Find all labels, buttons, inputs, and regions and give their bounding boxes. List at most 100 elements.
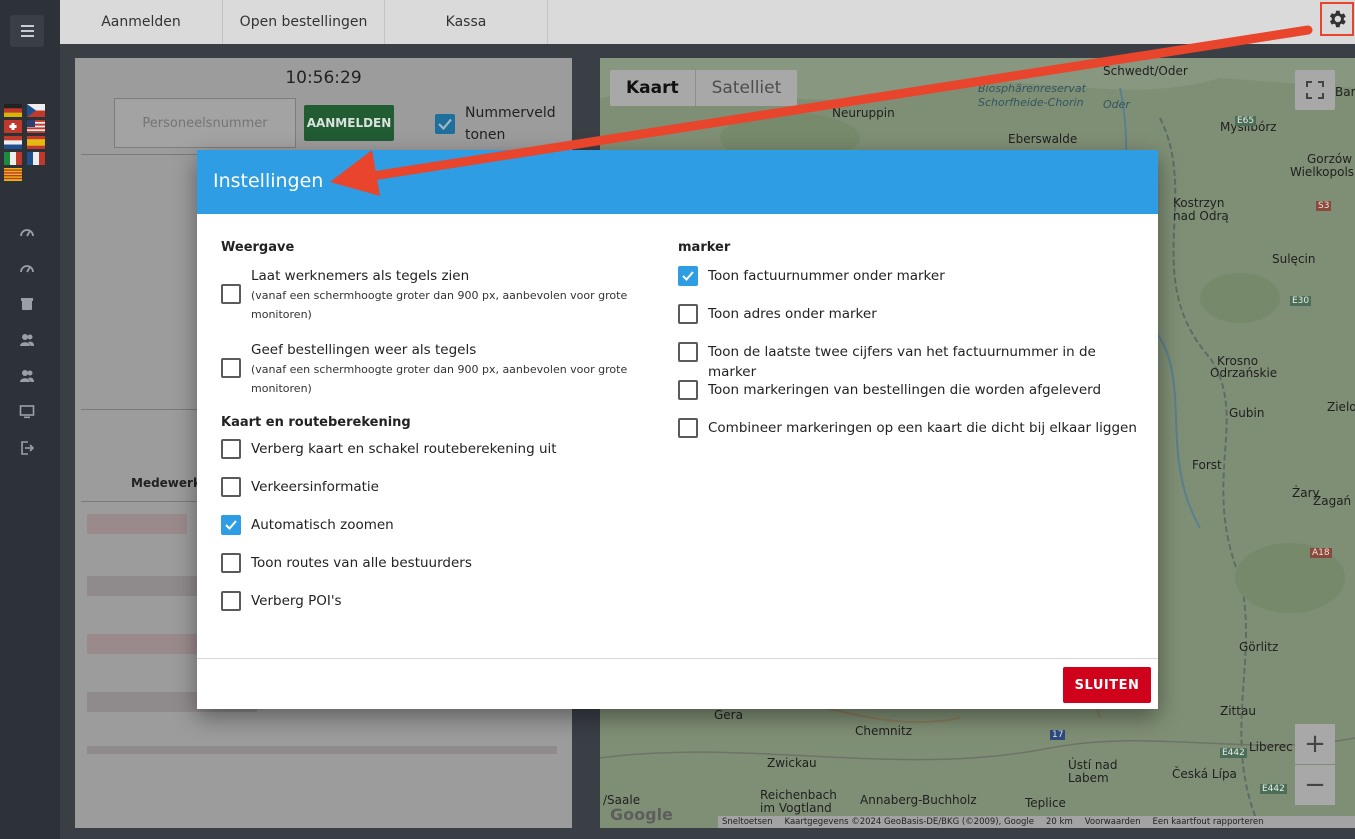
flag-cz-icon[interactable] <box>27 104 45 117</box>
hide-poi-checkbox[interactable] <box>221 591 241 611</box>
option-hide-map[interactable]: Verberg kaart en schakel routeberekening… <box>221 439 651 459</box>
monitor-icon[interactable] <box>17 402 37 422</box>
sidebar <box>0 0 60 839</box>
speedometer-icon[interactable] <box>17 258 37 278</box>
drivers-icon[interactable] <box>17 366 37 386</box>
dashboard-icon[interactable] <box>17 222 37 242</box>
option-label: Toon routes van alle bestuurders <box>251 555 472 571</box>
delivering-markers-checkbox[interactable] <box>678 380 698 400</box>
users-icon[interactable] <box>17 330 37 350</box>
terms-link[interactable]: Voorwaarden <box>1085 817 1141 827</box>
map-label: Oder <box>1103 98 1130 111</box>
map-label: Annaberg-Buchholz <box>860 793 977 807</box>
map-label: Bar <box>1335 85 1355 99</box>
map-label: Česká Lípa <box>1172 767 1237 781</box>
settings-gear-icon[interactable] <box>1320 2 1354 36</box>
road-shield: E30 <box>1290 296 1312 306</box>
tab-open-bestellingen[interactable]: Open bestellingen <box>223 0 385 44</box>
combine-markers-checkbox[interactable] <box>678 418 698 438</box>
map-label: Żagań <box>1313 494 1352 508</box>
menu-icon[interactable] <box>10 15 44 47</box>
map-label: Eberswalde <box>1008 132 1078 146</box>
settings-right-column: marker Toon factuurnummer onder marker T… <box>678 240 1138 438</box>
option-orders-tiles[interactable]: Geef bestellingen weer als tegels (vanaf… <box>221 340 651 398</box>
option-employees-tiles[interactable]: Laat werknemers als tegels zien (vanaf e… <box>221 266 651 324</box>
google-logo: Google <box>610 805 673 824</box>
flag-catalan-icon[interactable] <box>4 168 22 181</box>
invoice-under-marker-checkbox[interactable] <box>678 266 698 286</box>
flag-fr-icon[interactable] <box>27 152 45 165</box>
employees-tiles-checkbox[interactable] <box>221 284 241 304</box>
tab-kassa[interactable]: Kassa <box>385 0 548 44</box>
option-label: Verberg kaart en schakel routeberekening… <box>251 441 557 457</box>
flag-es-icon[interactable] <box>27 136 45 149</box>
keyboard-shortcuts-link[interactable]: Sneltoetsen <box>722 817 773 827</box>
option-label: Toon adres onder marker <box>708 306 877 322</box>
map-type-satellite[interactable]: Satelliet <box>694 70 798 106</box>
hide-map-checkbox[interactable] <box>221 439 241 459</box>
map-label: Teplice <box>1025 796 1066 810</box>
flag-us-icon[interactable] <box>27 120 45 133</box>
option-label: Automatisch zoomen <box>251 517 394 533</box>
option-delivering-markers[interactable]: Toon markeringen van bestellingen die wo… <box>678 380 1138 400</box>
map-attribution: Sneltoetsen Kaartgegevens ©2024 GeoBasis… <box>718 816 1355 828</box>
flag-it-icon[interactable] <box>4 152 22 165</box>
option-combine-markers[interactable]: Combineer markeringen op een kaart die d… <box>678 418 1138 438</box>
dialog-header: Instellingen <box>197 150 1158 214</box>
map-label: Zielo <box>1327 400 1355 414</box>
section-title-weergave: Weergave <box>221 240 295 255</box>
map-label: Gera <box>714 708 743 722</box>
last-two-digits-checkbox[interactable] <box>678 342 698 362</box>
dialog-footer-divider <box>197 658 1158 659</box>
basket-icon[interactable] <box>17 294 37 314</box>
logout-icon[interactable] <box>17 438 37 458</box>
map-label: Görlitz <box>1239 640 1279 654</box>
language-flags <box>4 104 50 184</box>
road-shield: 17 <box>1050 730 1066 740</box>
all-routes-checkbox[interactable] <box>221 553 241 573</box>
option-label: Verberg POI's <box>251 593 342 609</box>
road-shield: E65 <box>1235 116 1257 126</box>
option-label: Toon markeringen van bestellingen die wo… <box>708 382 1102 398</box>
map-label: Ústí nad <box>1068 758 1118 772</box>
map-label: Neuruppin <box>832 106 895 120</box>
map-label: Odrzańskie <box>1210 366 1278 380</box>
flag-de-icon[interactable] <box>4 104 22 117</box>
map-label: Wielkopolski <box>1290 165 1355 179</box>
close-button[interactable]: SLUITEN <box>1063 667 1151 703</box>
settings-left-column: Weergave Laat werknemers als tegels zien… <box>221 240 651 611</box>
option-address-under-marker[interactable]: Toon adres onder marker <box>678 304 1138 324</box>
map-label: Biosphärenreservat <box>978 82 1086 95</box>
map-type-toggle: Kaart Satelliet <box>610 70 798 106</box>
login-button[interactable]: AANMELDEN <box>304 105 394 141</box>
report-map-error-link[interactable]: Een kaartfout rapporteren <box>1153 817 1264 827</box>
auto-zoom-checkbox[interactable] <box>221 515 241 535</box>
option-hide-poi[interactable]: Verberg POI's <box>221 591 651 611</box>
orders-tiles-checkbox[interactable] <box>221 358 241 378</box>
option-last-two-digits[interactable]: Toon de laatste twee cijfers van het fac… <box>678 342 1138 380</box>
address-under-marker-checkbox[interactable] <box>678 304 698 324</box>
map-data-credit: Kaartgegevens ©2024 GeoBasis-DE/BKG (©20… <box>784 817 1035 827</box>
map-label: Gubin <box>1229 406 1265 420</box>
personnel-number-input[interactable] <box>114 98 296 148</box>
zoom-out-button[interactable]: − <box>1295 765 1335 805</box>
zoom-in-button[interactable]: + <box>1295 724 1335 764</box>
section-title-marker: marker <box>678 240 731 255</box>
option-label: Verkeersinformatie <box>251 479 379 495</box>
option-all-routes[interactable]: Toon routes van alle bestuurders <box>221 553 651 573</box>
show-number-field-checkbox[interactable] <box>435 114 455 134</box>
option-auto-zoom[interactable]: Automatisch zoomen <box>221 515 651 535</box>
flag-ch-icon[interactable] <box>4 120 22 133</box>
section-title-kaart: Kaart en routeberekening <box>221 415 411 430</box>
map-type-kaart[interactable]: Kaart <box>610 70 695 106</box>
tab-aanmelden[interactable]: Aanmelden <box>60 0 223 44</box>
fullscreen-icon[interactable] <box>1295 70 1335 110</box>
option-traffic[interactable]: Verkeersinformatie <box>221 477 651 497</box>
option-invoice-under-marker[interactable]: Toon factuurnummer onder marker <box>678 266 1138 286</box>
map-label: Labem <box>1068 771 1109 785</box>
flag-nl-icon[interactable] <box>4 136 22 149</box>
map-label: Sulęcin <box>1272 252 1316 266</box>
traffic-checkbox[interactable] <box>221 477 241 497</box>
option-label: Toon de laatste twee cijfers van het fac… <box>708 344 1096 380</box>
option-label: Toon factuurnummer onder marker <box>708 268 945 284</box>
